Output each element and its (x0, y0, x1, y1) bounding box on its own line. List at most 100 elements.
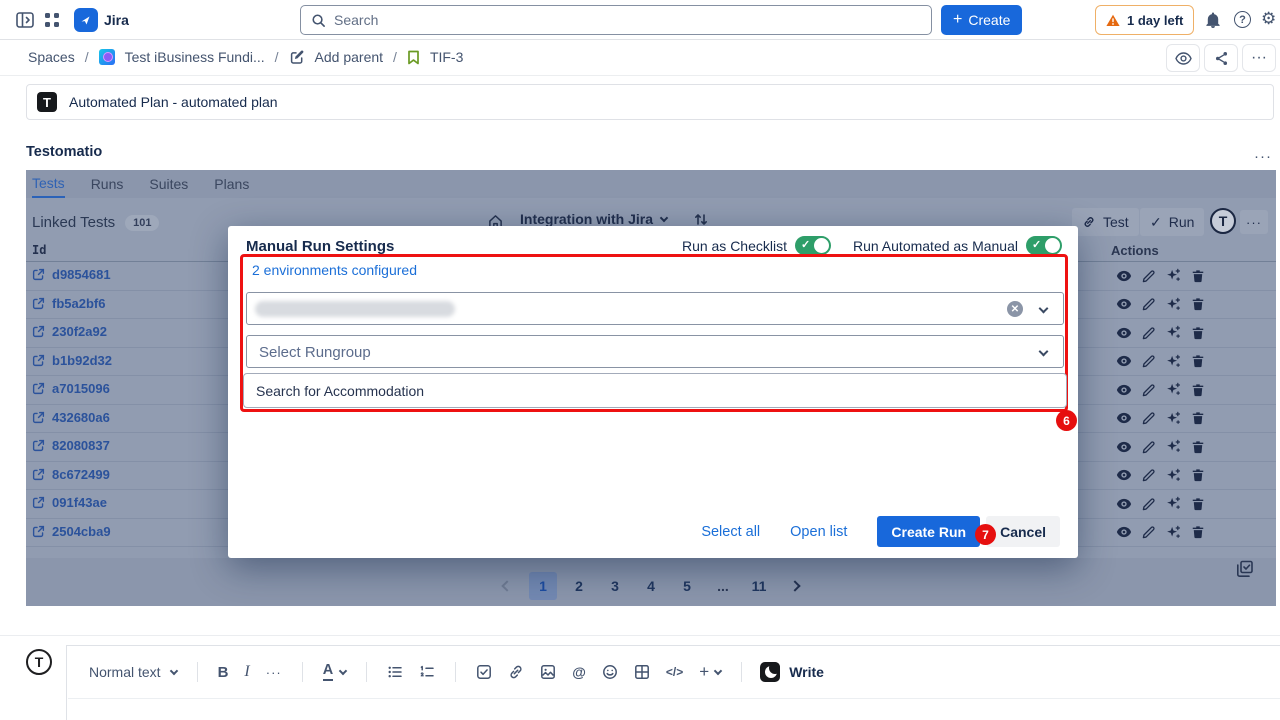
delete-trash-icon[interactable] (1191, 354, 1205, 368)
tab-suites[interactable]: Suites (149, 170, 188, 198)
settings-gear-icon[interactable]: ⚙ (1261, 9, 1276, 29)
code-button[interactable]: </> (666, 665, 683, 679)
text-style-dropdown[interactable]: Normal text (89, 664, 177, 680)
pagination-next-icon[interactable] (781, 572, 809, 600)
view-eye-icon[interactable] (1116, 412, 1132, 424)
breadcrumb-add-parent[interactable]: Add parent (315, 49, 384, 65)
view-eye-icon[interactable] (1116, 441, 1132, 453)
link-test-button[interactable]: Test (1072, 208, 1139, 236)
help-icon[interactable]: ? (1234, 11, 1251, 28)
delete-trash-icon[interactable] (1191, 326, 1205, 340)
table-button[interactable] (634, 664, 650, 680)
view-eye-icon[interactable] (1116, 355, 1132, 367)
ai-sparkle-icon[interactable] (1166, 297, 1181, 312)
ai-write-button[interactable]: Write (760, 662, 824, 682)
test-id-link[interactable]: 432680a6 (32, 410, 110, 425)
delete-trash-icon[interactable] (1191, 297, 1205, 311)
ai-sparkle-icon[interactable] (1166, 354, 1181, 369)
insert-more-button[interactable]: + (699, 662, 721, 682)
view-eye-icon[interactable] (1116, 327, 1132, 339)
ai-sparkle-icon[interactable] (1166, 382, 1181, 397)
ai-sparkle-icon[interactable] (1166, 496, 1181, 511)
emoji-button[interactable] (602, 664, 618, 680)
cancel-button[interactable]: Cancel (986, 516, 1060, 547)
test-id-link[interactable]: 2504cba9 (32, 524, 111, 539)
automated-plan-card[interactable]: T Automated Plan - automated plan (26, 84, 1274, 120)
text-color-button[interactable]: A (323, 663, 346, 680)
sort-icon[interactable] (694, 212, 708, 227)
watch-eye-button[interactable] (1166, 44, 1200, 72)
ai-sparkle-icon[interactable] (1166, 325, 1181, 340)
delete-trash-icon[interactable] (1191, 269, 1205, 283)
edit-pencil-icon[interactable] (1142, 411, 1156, 425)
share-button[interactable] (1204, 44, 1238, 72)
edit-pencil-icon[interactable] (1142, 354, 1156, 368)
text-format-more-button[interactable]: ··· (266, 665, 282, 680)
run-as-checklist-toggle[interactable]: ✓ (795, 236, 831, 255)
trial-countdown-button[interactable]: 1 day left (1095, 5, 1194, 35)
pagination-page[interactable]: 2 (565, 572, 593, 600)
open-list-link[interactable]: Open list (790, 524, 847, 540)
pagination-page[interactable]: 1 (529, 572, 557, 600)
test-id-link[interactable]: 230f2a92 (32, 324, 107, 339)
italic-button[interactable]: I (244, 663, 249, 681)
pagination-page[interactable]: 5 (673, 572, 701, 600)
test-id-link[interactable]: fb5a2bf6 (32, 296, 105, 311)
test-id-link[interactable]: b1b92d32 (32, 353, 112, 368)
clear-selection-icon[interactable]: ✕ (1007, 301, 1023, 317)
delete-trash-icon[interactable] (1191, 497, 1205, 511)
edit-pencil-icon[interactable] (1142, 468, 1156, 482)
app-switcher-icon[interactable] (44, 12, 60, 28)
widget-overflow-button[interactable]: ··· (1240, 210, 1268, 234)
test-id-link[interactable]: 091f43ae (32, 495, 107, 510)
tab-plans[interactable]: Plans (214, 170, 249, 198)
view-eye-icon[interactable] (1116, 526, 1132, 538)
ai-sparkle-icon[interactable] (1166, 439, 1181, 454)
edit-pencil-icon[interactable] (1142, 326, 1156, 340)
ai-sparkle-icon[interactable] (1166, 468, 1181, 483)
mention-button[interactable]: @ (572, 664, 586, 680)
link-button[interactable] (508, 664, 524, 680)
run-automated-as-manual-toggle[interactable]: ✓ (1026, 236, 1062, 255)
sidebar-expand-icon[interactable] (16, 12, 34, 28)
create-button[interactable]: + Create (941, 5, 1022, 35)
pagination-page[interactable]: 3 (601, 572, 629, 600)
numbered-list-button[interactable] (419, 664, 435, 680)
environment-select[interactable]: ✕ (246, 292, 1064, 325)
pagination-prev-icon[interactable] (493, 572, 521, 600)
search-input[interactable]: Search (300, 5, 932, 35)
delete-trash-icon[interactable] (1191, 468, 1205, 482)
edit-pencil-icon[interactable] (1142, 440, 1156, 454)
pagination-page[interactable]: 4 (637, 572, 665, 600)
view-eye-icon[interactable] (1116, 498, 1132, 510)
delete-trash-icon[interactable] (1191, 525, 1205, 539)
more-actions-button[interactable]: ··· (1242, 44, 1276, 72)
breadcrumb-issue-key[interactable]: TIF-3 (430, 49, 463, 65)
edit-pencil-icon[interactable] (1142, 383, 1156, 397)
view-eye-icon[interactable] (1116, 384, 1132, 396)
bold-button[interactable]: B (218, 664, 229, 681)
run-button[interactable]: ✓ Run (1140, 208, 1204, 236)
testomatio-circle-logo[interactable]: T (1210, 208, 1236, 234)
test-id-link[interactable]: 8c672499 (32, 467, 110, 482)
create-run-button[interactable]: Create Run (877, 516, 980, 547)
pagination-page[interactable]: 11 (745, 572, 773, 600)
view-eye-icon[interactable] (1116, 469, 1132, 481)
tab-runs[interactable]: Runs (91, 170, 124, 198)
environments-configured-link[interactable]: 2 environments configured (252, 262, 417, 278)
widget-more-icon[interactable]: ··· (1254, 148, 1272, 165)
delete-trash-icon[interactable] (1191, 411, 1205, 425)
ai-sparkle-icon[interactable] (1166, 525, 1181, 540)
delete-trash-icon[interactable] (1191, 383, 1205, 397)
breadcrumb-spaces[interactable]: Spaces (28, 49, 75, 65)
edit-pencil-icon[interactable] (1142, 497, 1156, 511)
filter-dropdown[interactable]: Integration with Jira (520, 211, 667, 227)
jira-logo-icon[interactable] (74, 8, 98, 32)
ai-sparkle-icon[interactable] (1166, 268, 1181, 283)
edit-pencil-icon[interactable] (1142, 525, 1156, 539)
view-eye-icon[interactable] (1116, 270, 1132, 282)
ai-sparkle-icon[interactable] (1166, 411, 1181, 426)
notifications-bell-icon[interactable] (1205, 12, 1221, 29)
task-checkbox-button[interactable] (476, 664, 492, 680)
bullet-list-button[interactable] (387, 664, 403, 680)
